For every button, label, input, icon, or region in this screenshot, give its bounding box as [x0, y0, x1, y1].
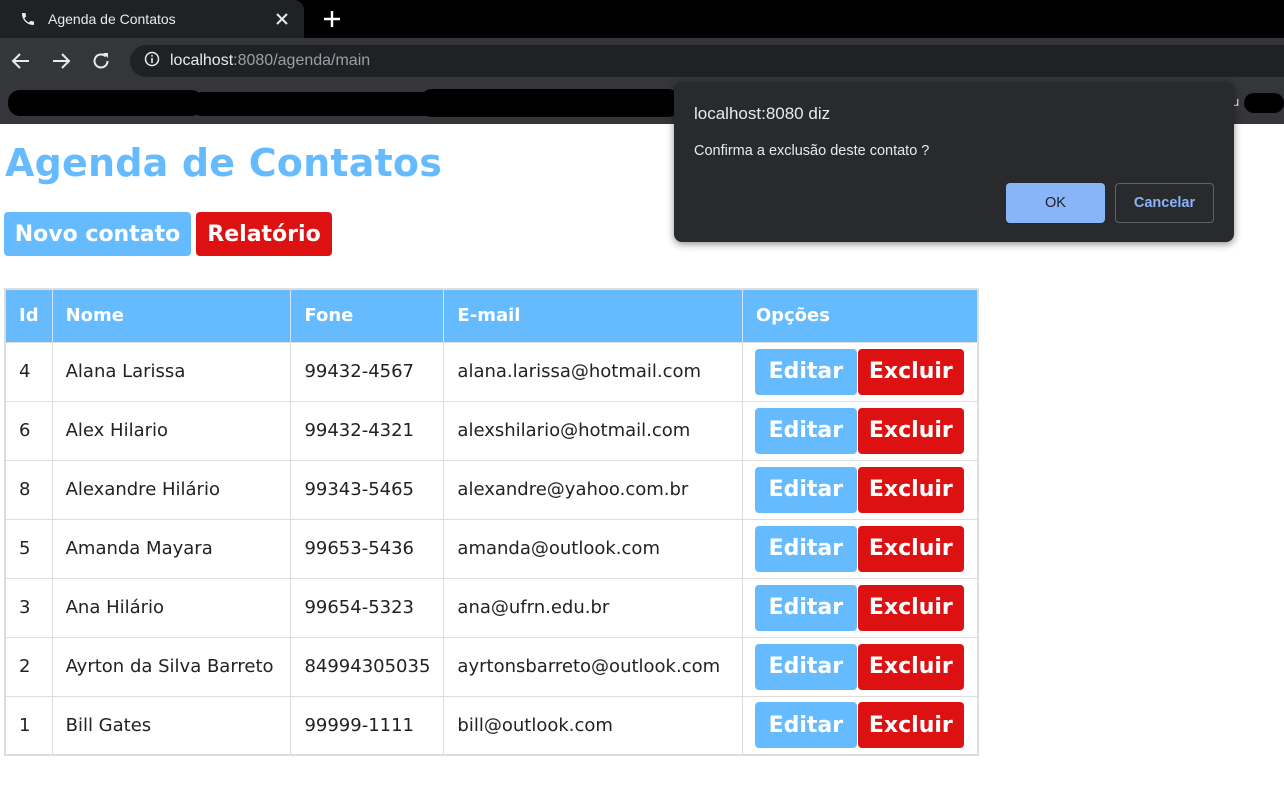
edit-button[interactable]: Editar [754, 348, 857, 395]
table-row: 6 Alex Hilario 99432-4321 alexshilario@h… [5, 400, 979, 460]
redacted-bookmarks [420, 89, 680, 117]
cell-email: alexandre@yahoo.com.br [443, 459, 743, 519]
cancel-button[interactable]: Cancelar [1115, 183, 1214, 223]
cell-email: alexshilario@hotmail.com [443, 400, 743, 460]
edit-button[interactable]: Editar [754, 407, 857, 454]
delete-button[interactable]: Excluir [857, 407, 964, 454]
edit-button[interactable]: Editar [754, 702, 857, 749]
table-row: 3 Ana Hilário 99654-5323 ana@ufrn.edu.br… [5, 577, 979, 637]
cell-name: Alana Larissa [52, 341, 292, 401]
edit-button[interactable]: Editar [754, 466, 857, 513]
cell-phone: 99432-4567 [290, 341, 445, 401]
table-header-row: Id Nome Fone E-mail Opções [5, 289, 979, 342]
cell-phone: 99654-5323 [290, 577, 445, 637]
cell-name: Ana Hilário [52, 577, 292, 637]
cell-id: 5 [5, 518, 53, 578]
browser-toolbar: localhost:8080/agenda/main [0, 38, 1284, 84]
redacted-bookmarks [190, 92, 440, 116]
forward-arrow-icon[interactable] [49, 49, 73, 73]
cell-name: Alex Hilario [52, 400, 292, 460]
cell-name: Amanda Mayara [52, 518, 292, 578]
cell-options: Editar Excluir [742, 400, 979, 460]
phone-icon [20, 10, 38, 28]
cell-id: 6 [5, 400, 53, 460]
table-row: 8 Alexandre Hilário 99343-5465 alexandre… [5, 459, 979, 519]
back-arrow-icon[interactable] [9, 49, 33, 73]
cell-options: Editar Excluir [742, 695, 979, 755]
confirm-dialog: localhost:8080 diz Confirma a exclusão d… [674, 82, 1234, 242]
cell-options: Editar Excluir [742, 577, 979, 637]
cell-email: amanda@outlook.com [443, 518, 743, 578]
delete-button[interactable]: Excluir [857, 466, 964, 513]
dialog-title: localhost:8080 diz [694, 104, 831, 123]
cell-options: Editar Excluir [742, 636, 979, 696]
cell-id: 8 [5, 459, 53, 519]
cell-id: 4 [5, 341, 53, 401]
cell-email: ana@ufrn.edu.br [443, 577, 743, 637]
cell-email: ayrtonsbarreto@outlook.com [443, 636, 743, 696]
cell-name: Ayrton da Silva Barreto [52, 636, 292, 696]
plus-icon[interactable] [320, 7, 344, 31]
column-header-phone: Fone [290, 289, 445, 342]
edit-button[interactable]: Editar [754, 643, 857, 690]
address-bar[interactable]: localhost:8080/agenda/main [130, 45, 1284, 77]
dialog-message: Confirma a exclusão deste contato ? [694, 143, 930, 159]
new-contact-button[interactable]: Novo contato [4, 212, 191, 256]
table-row: 1 Bill Gates 99999-1111 bill@outlook.com… [5, 695, 979, 755]
edit-button[interactable]: Editar [754, 584, 857, 631]
cell-phone: 84994305035 [290, 636, 445, 696]
table-row: 4 Alana Larissa 99432-4567 alana.larissa… [5, 341, 979, 401]
column-header-id: Id [5, 289, 53, 342]
redacted-bookmarks [8, 90, 203, 116]
tab-title: Agenda de Contatos [48, 11, 176, 27]
ok-button[interactable]: OK [1006, 183, 1105, 223]
cell-options: Editar Excluir [742, 459, 979, 519]
tab-strip: Agenda de Contatos [0, 0, 1284, 38]
report-button[interactable]: Relatório [196, 212, 332, 256]
cell-id: 2 [5, 636, 53, 696]
cell-email: alana.larissa@hotmail.com [443, 341, 743, 401]
column-header-name: Nome [52, 289, 292, 342]
page-title: Agenda de Contatos [5, 141, 443, 185]
cell-id: 3 [5, 577, 53, 637]
edit-button[interactable]: Editar [754, 525, 857, 572]
column-header-email: E-mail [443, 289, 743, 342]
delete-button[interactable]: Excluir [857, 348, 964, 395]
cell-id: 1 [5, 695, 53, 755]
table-row: 2 Ayrton da Silva Barreto 84994305035 ay… [5, 636, 979, 696]
reload-icon[interactable] [89, 49, 113, 73]
close-icon[interactable] [272, 9, 292, 29]
info-icon[interactable] [144, 51, 160, 71]
browser-tab[interactable]: Agenda de Contatos [0, 0, 304, 38]
cell-email: bill@outlook.com [443, 695, 743, 755]
cell-phone: 99653-5436 [290, 518, 445, 578]
delete-button[interactable]: Excluir [857, 643, 964, 690]
cell-options: Editar Excluir [742, 341, 979, 401]
cell-name: Alexandre Hilário [52, 459, 292, 519]
delete-button[interactable]: Excluir [857, 584, 964, 631]
cell-options: Editar Excluir [742, 518, 979, 578]
redacted-bookmarks [1244, 93, 1284, 113]
column-header-options: Opções [742, 289, 979, 342]
delete-button[interactable]: Excluir [857, 525, 964, 572]
url-text: localhost:8080/agenda/main [170, 52, 371, 69]
delete-button[interactable]: Excluir [857, 702, 964, 749]
cell-name: Bill Gates [52, 695, 292, 755]
cell-phone: 99432-4321 [290, 400, 445, 460]
cell-phone: 99999-1111 [290, 695, 445, 755]
table-row: 5 Amanda Mayara 99653-5436 amanda@outloo… [5, 518, 979, 578]
contacts-table: Id Nome Fone E-mail Opções 4 Alana Laris… [4, 288, 979, 756]
cell-phone: 99343-5465 [290, 459, 445, 519]
